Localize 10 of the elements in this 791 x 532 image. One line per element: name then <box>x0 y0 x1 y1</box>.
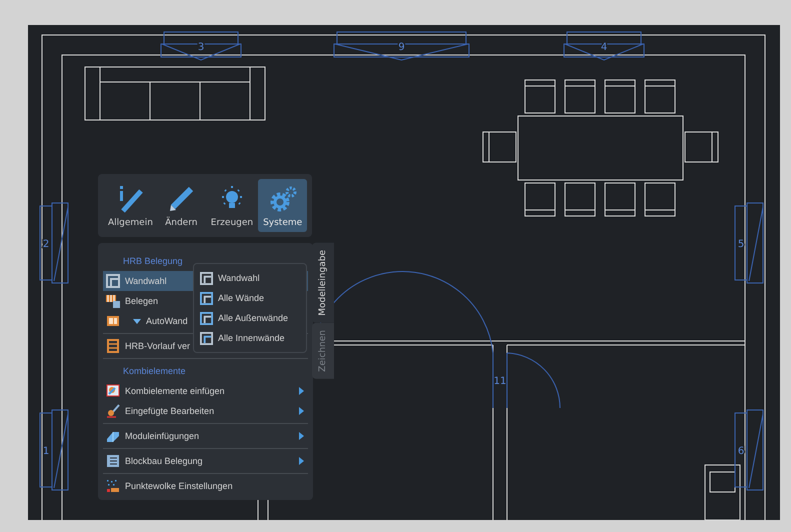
window-number: 1 <box>42 446 50 457</box>
window-number: 2 <box>42 239 50 250</box>
window-number: 4 <box>600 42 608 53</box>
window-number: 9 <box>398 42 405 53</box>
section-heading: HRB Belegung <box>122 255 184 268</box>
window-number: 6 <box>738 446 744 457</box>
door-number: 11 <box>494 376 506 387</box>
window-number: 3 <box>198 42 204 53</box>
section-heading: Kombielemente <box>122 365 187 378</box>
window-number: 5 <box>738 239 744 250</box>
